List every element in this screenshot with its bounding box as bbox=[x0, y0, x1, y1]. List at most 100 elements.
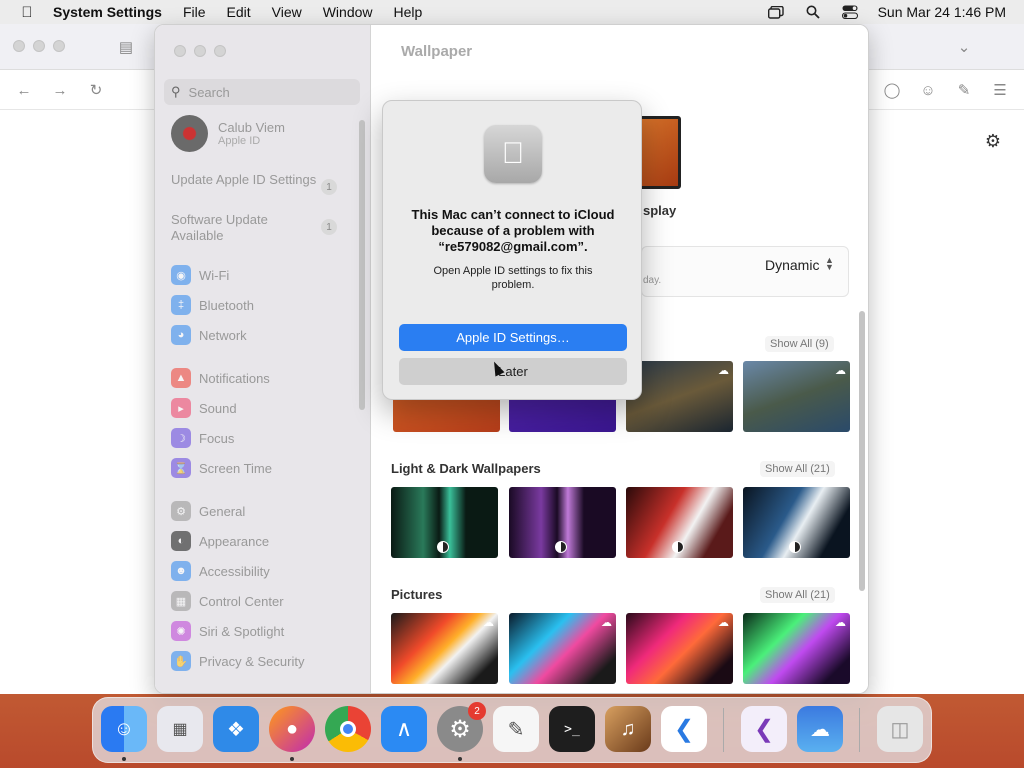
sidebar-item-network[interactable]: ◕ Network bbox=[171, 324, 247, 346]
siri-icon: ✺ bbox=[171, 621, 191, 641]
sidebar-item-siri-spotlight[interactable]: ✺ Siri & Spotlight bbox=[171, 620, 284, 642]
wallpaper-mode-select[interactable]: Dynamic bbox=[765, 257, 819, 273]
apple-id-settings-button[interactable]: Apple ID Settings… bbox=[399, 324, 627, 351]
sidebar-update-apple-id[interactable]: Update Apple ID Settings bbox=[171, 172, 321, 188]
sidebar-item-focus[interactable]: ☽ Focus bbox=[171, 427, 234, 449]
content-scrollbar[interactable] bbox=[859, 311, 865, 591]
show-all-dynamic-button[interactable]: Show All (9) bbox=[765, 336, 834, 352]
tab-overview-icon[interactable]: ▤ bbox=[116, 37, 136, 57]
dock-finder-icon[interactable]: ☺ bbox=[101, 706, 147, 752]
dock-separator bbox=[859, 708, 860, 752]
sidebar-item-label: Bluetooth bbox=[199, 297, 254, 313]
dock-launchpad-icon[interactable]: ▦ bbox=[157, 706, 203, 752]
sidebar-item-sound[interactable]: ▸ Sound bbox=[171, 397, 237, 419]
account-name: Calub Viem bbox=[218, 119, 285, 135]
browser-minimize-button[interactable] bbox=[33, 40, 45, 52]
window-close-button[interactable] bbox=[174, 45, 186, 57]
forward-arrow-icon[interactable]: → bbox=[50, 80, 70, 100]
window-minimize-button[interactable] bbox=[194, 45, 206, 57]
menu-clock[interactable]: Sun Mar 24 1:46 PM bbox=[878, 4, 1006, 20]
speaker-icon: ▸ bbox=[171, 398, 191, 418]
apple-id-account[interactable]: Calub Viem Apple ID bbox=[171, 115, 285, 152]
sidebar-search-input[interactable]: ⚲ Search bbox=[164, 79, 360, 105]
menu-edit[interactable]: Edit bbox=[227, 4, 251, 20]
search-icon: ⚲ bbox=[171, 84, 181, 99]
wallpaper-thumb[interactable]: ☁ bbox=[509, 613, 616, 684]
menu-app-name[interactable]: System Settings bbox=[53, 4, 162, 20]
show-all-pictures-button[interactable]: Show All (21) bbox=[760, 587, 835, 603]
chevron-down-icon[interactable]: ⌄ bbox=[954, 37, 974, 57]
wallpaper-thumb[interactable]: ☁ bbox=[626, 361, 733, 432]
sidebar-item-control-center[interactable]: ▦ Control Center bbox=[171, 590, 284, 612]
dock-vscode-icon[interactable]: ❮ bbox=[661, 706, 707, 752]
sidebar-item-bluetooth[interactable]: ‡ Bluetooth bbox=[171, 294, 254, 316]
hamburger-menu-icon[interactable]: ☰ bbox=[990, 80, 1010, 100]
sidebar-item-label: Siri & Spotlight bbox=[199, 623, 285, 639]
sidebar-item-appearance[interactable]: ◐ Appearance bbox=[171, 530, 269, 552]
back-arrow-icon[interactable]: ← bbox=[14, 80, 34, 100]
update-count-badge: 1 bbox=[321, 179, 337, 195]
display-preview[interactable] bbox=[637, 116, 681, 189]
browser-close-button[interactable] bbox=[13, 40, 25, 52]
dock-visual-studio-icon[interactable]: ❮ bbox=[741, 706, 787, 752]
sidebar-software-update[interactable]: Software Update Available bbox=[171, 212, 321, 244]
sidebar-item-label: General bbox=[199, 503, 246, 519]
wallpaper-thumb[interactable] bbox=[626, 487, 733, 558]
sidebar-item-notifications[interactable]: ▲ Notifications bbox=[171, 367, 270, 389]
light-dark-icon bbox=[437, 541, 449, 553]
sidebar-item-screen-time[interactable]: ⌛ Screen Time bbox=[171, 457, 272, 479]
menu-file[interactable]: File bbox=[183, 4, 206, 20]
screen-mirroring-icon[interactable] bbox=[767, 5, 785, 19]
menu-view[interactable]: View bbox=[272, 4, 302, 20]
menu-window[interactable]: Window bbox=[323, 4, 373, 20]
wallpaper-thumb[interactable]: ☁ bbox=[743, 613, 850, 684]
dock-terminal-icon[interactable]: >_ bbox=[549, 706, 595, 752]
sidebar-scrollbar[interactable] bbox=[359, 120, 365, 410]
reload-icon[interactable]: ↻ bbox=[86, 80, 106, 100]
control-center-icon[interactable] bbox=[841, 5, 859, 19]
sidebar-item-privacy-security[interactable]: ✋ Privacy & Security bbox=[171, 650, 304, 672]
dock-firefox-icon[interactable]: ● bbox=[269, 706, 315, 752]
light-dark-icon bbox=[555, 541, 567, 553]
later-button[interactable]: Later bbox=[399, 358, 627, 385]
apple-menu-icon[interactable]:  bbox=[17, 4, 37, 21]
sidebar-item-wifi[interactable]: ◉ Wi-Fi bbox=[171, 264, 229, 286]
light-dark-icon bbox=[789, 541, 801, 553]
dock-separator bbox=[723, 708, 724, 752]
pocket-icon[interactable]: ◯ bbox=[882, 80, 902, 100]
wallpaper-thumb[interactable] bbox=[509, 487, 616, 558]
sidebar-item-accessibility[interactable]: ☻ Accessibility bbox=[171, 560, 270, 582]
account-icon[interactable]: ☺ bbox=[918, 80, 938, 100]
spotlight-search-icon[interactable] bbox=[804, 5, 822, 19]
sidebar-item-general[interactable]: ⚙ General bbox=[171, 500, 245, 522]
dock-trash-icon[interactable]: ◫ bbox=[877, 706, 923, 752]
page-title: Wallpaper bbox=[401, 43, 473, 60]
section-title-pictures: Pictures bbox=[391, 587, 443, 602]
settings-gear-icon[interactable]: ⚙ bbox=[983, 131, 1003, 151]
wallpaper-thumb[interactable] bbox=[743, 487, 850, 558]
dock-app-store-icon[interactable]: ∧ bbox=[381, 706, 427, 752]
dock-weather-icon[interactable]: ☁ bbox=[797, 706, 843, 752]
dock-instruments-icon[interactable]: ♫ bbox=[605, 706, 651, 752]
window-zoom-button[interactable] bbox=[214, 45, 226, 57]
show-all-light-dark-button[interactable]: Show All (21) bbox=[760, 461, 835, 477]
dialog-message: Open Apple ID settings to fix this probl… bbox=[433, 265, 593, 291]
wallpaper-thumb[interactable]: ☁ bbox=[391, 613, 498, 684]
browser-zoom-button[interactable] bbox=[53, 40, 65, 52]
accessibility-icon: ☻ bbox=[171, 561, 191, 581]
cloud-download-icon: ☁ bbox=[718, 365, 729, 377]
wallpaper-thumb[interactable] bbox=[391, 487, 498, 558]
dock-textedit-icon[interactable]: ✎ bbox=[493, 706, 539, 752]
menu-help[interactable]: Help bbox=[394, 4, 423, 20]
dock-safari-icon[interactable]: ❖ bbox=[213, 706, 259, 752]
sidebar-item-label: Privacy & Security bbox=[199, 653, 305, 669]
wallpaper-thumb[interactable]: ☁ bbox=[626, 613, 733, 684]
bluetooth-icon: ‡ bbox=[171, 295, 191, 315]
dock-chrome-icon[interactable] bbox=[325, 706, 371, 752]
wallpaper-thumb[interactable]: ☁ bbox=[743, 361, 850, 432]
running-indicator bbox=[290, 757, 294, 761]
cloud-download-icon: ☁ bbox=[718, 617, 729, 629]
dialog-title: This Mac can’t connect to iCloud because… bbox=[411, 207, 615, 254]
chevron-up-down-icon[interactable]: ▲ ▼ bbox=[825, 256, 834, 272]
extensions-icon[interactable]: ✎ bbox=[954, 80, 974, 100]
